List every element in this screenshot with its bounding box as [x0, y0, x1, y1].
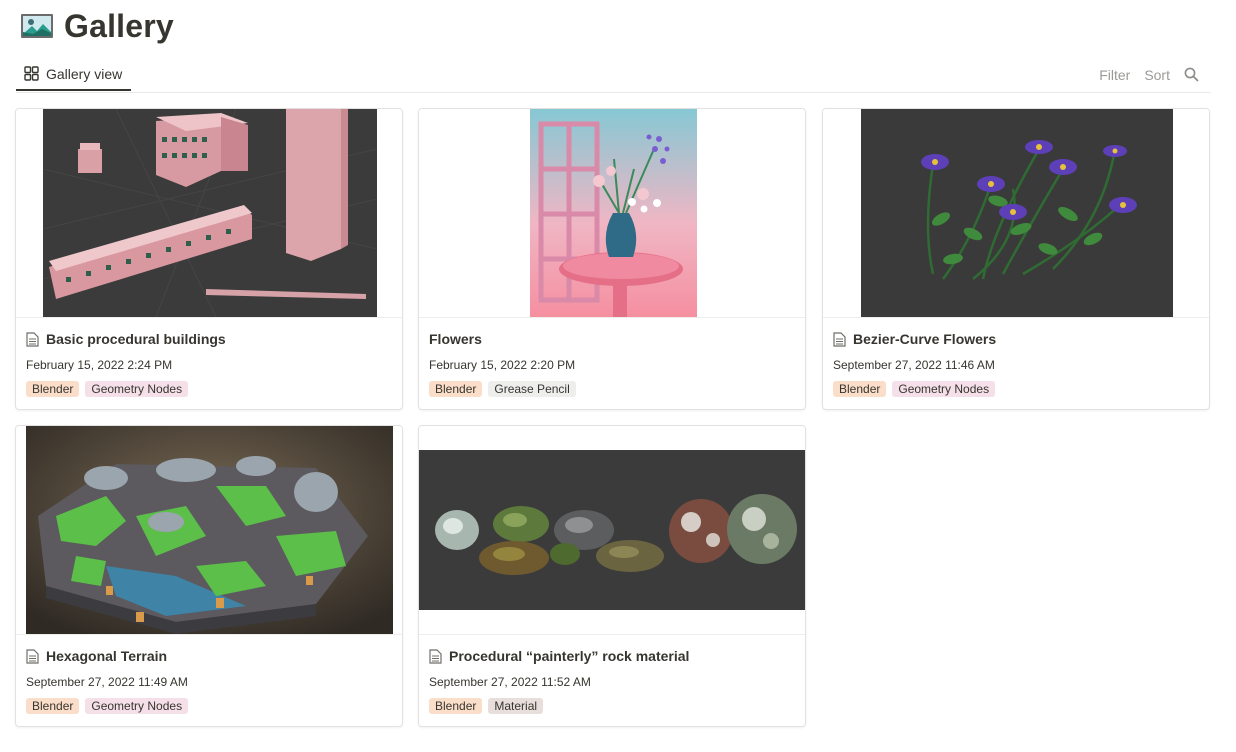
card-cover [16, 426, 402, 635]
filter-button[interactable]: Filter [1099, 67, 1130, 83]
gallery-card[interactable]: Basic procedural buildings February 15, … [15, 108, 403, 410]
tab-gallery-view[interactable]: Gallery view [16, 58, 131, 91]
card-tags: Blender Geometry Nodes [16, 372, 402, 397]
card-tags: Blender Material [419, 689, 805, 714]
tag-badge: Geometry Nodes [892, 381, 996, 397]
card-date: February 15, 2022 2:24 PM [26, 358, 173, 372]
card-title: Bezier-Curve Flowers [853, 331, 997, 347]
document-icon [26, 331, 39, 347]
card-date: September 27, 2022 11:46 AM [833, 358, 995, 372]
gallery-card[interactable]: Procedural “painterly” rock material Sep… [418, 425, 806, 727]
tag-badge: Geometry Nodes [85, 381, 189, 397]
card-title: Basic procedural buildings [46, 331, 226, 347]
card-title-row: Bezier-Curve Flowers [823, 318, 1209, 349]
painterly-rocks-image [419, 450, 805, 610]
gallery-grid-icon [24, 66, 39, 81]
sort-button[interactable]: Sort [1144, 67, 1170, 83]
tag-badge: Material [488, 698, 544, 714]
card-date: September 27, 2022 11:52 AM [429, 675, 591, 689]
page-header: Gallery [20, 4, 174, 48]
tag-badge: Blender [26, 698, 80, 714]
card-title-row: Hexagonal Terrain [16, 635, 402, 666]
document-icon [429, 648, 442, 664]
bezier-flowers-image [861, 109, 1173, 317]
card-cover [823, 109, 1209, 318]
card-title-row: Flowers [419, 318, 805, 349]
tab-label: Gallery view [46, 65, 123, 82]
tag-badge: Blender [26, 381, 80, 397]
card-title: Procedural “painterly” rock material [449, 648, 690, 664]
search-icon [1184, 67, 1199, 82]
card-tags: Blender Grease Pencil [419, 372, 805, 397]
view-actions: Filter Sort [1085, 58, 1199, 91]
search-button[interactable] [1184, 67, 1199, 82]
flowers-vase-image [530, 109, 697, 317]
card-title: Flowers [429, 331, 482, 347]
card-cover [419, 426, 805, 635]
tag-badge: Geometry Nodes [85, 698, 189, 714]
view-bar: Gallery view Filter Sort [16, 58, 1211, 93]
card-title: Hexagonal Terrain [46, 648, 168, 664]
gallery-card[interactable]: Bezier-Curve Flowers September 27, 2022 … [822, 108, 1210, 410]
document-icon [26, 648, 39, 664]
gallery-card[interactable]: Flowers February 15, 2022 2:20 PM Blende… [418, 108, 806, 410]
page-title: Gallery [64, 7, 174, 44]
landscape-picture-icon[interactable] [20, 12, 54, 40]
card-date: September 27, 2022 11:49 AM [26, 675, 188, 689]
card-tags: Blender Geometry Nodes [823, 372, 1209, 397]
card-title-row: Procedural “painterly” rock material [419, 635, 805, 666]
card-tags: Blender Geometry Nodes [16, 689, 402, 714]
tag-badge: Blender [429, 698, 483, 714]
card-cover [419, 109, 805, 318]
gallery-card[interactable]: Hexagonal Terrain September 27, 2022 11:… [15, 425, 403, 727]
card-date: February 15, 2022 2:20 PM [429, 358, 576, 372]
card-cover [16, 109, 402, 318]
tag-badge: Blender [429, 381, 483, 397]
tag-badge: Blender [833, 381, 887, 397]
procedural-buildings-image [42, 109, 378, 317]
card-title-row: Basic procedural buildings [16, 318, 402, 349]
document-icon [833, 331, 846, 347]
hexagonal-terrain-image [26, 426, 393, 634]
tag-badge: Grease Pencil [488, 381, 576, 397]
